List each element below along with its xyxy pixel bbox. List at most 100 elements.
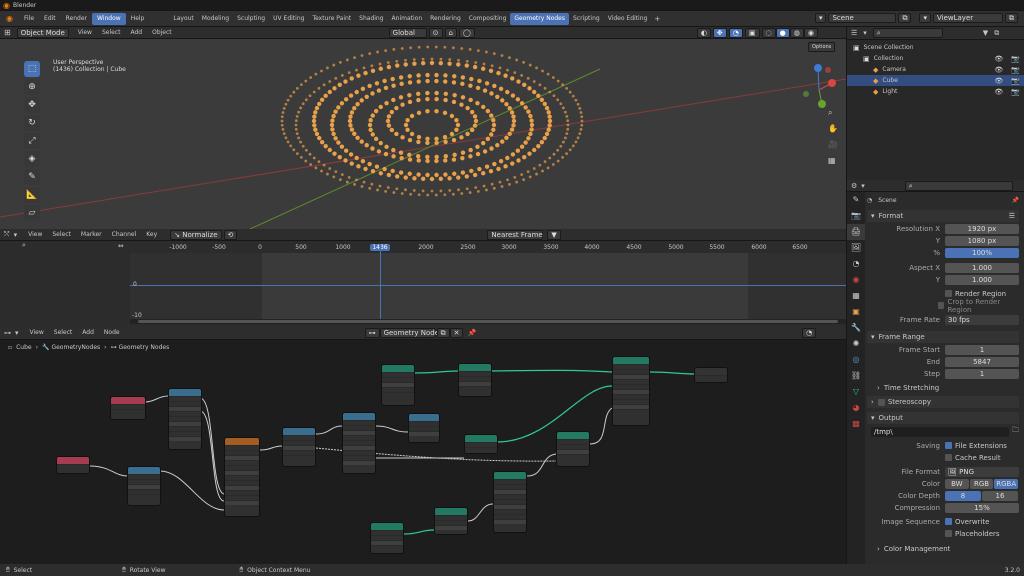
geometry-node[interactable] xyxy=(458,363,492,397)
depth-16[interactable]: 16 xyxy=(982,490,1018,501)
measure-tool-icon[interactable]: 📐 xyxy=(24,187,40,203)
graph-search-icon[interactable]: ⌕ xyxy=(22,241,26,250)
tl-menus-select[interactable]: Select xyxy=(47,231,76,238)
workspace-tab-scripting[interactable]: Scripting xyxy=(569,13,604,25)
scene-browse-button[interactable]: ▾ xyxy=(814,13,827,23)
node-socket-row[interactable] xyxy=(128,494,160,499)
graph-editor-type-icon[interactable]: ⤲ xyxy=(4,230,10,239)
geometry-node[interactable] xyxy=(612,356,650,426)
data-tab-icon[interactable]: ▽ xyxy=(847,384,865,400)
outliner-search-input[interactable]: ⌕ xyxy=(872,28,943,38)
node-header[interactable] xyxy=(613,357,649,364)
graph-area[interactable]: 0 -10 xyxy=(130,244,846,320)
output-path-field[interactable]: /tmp\ xyxy=(871,426,1009,437)
geometry-node[interactable] xyxy=(381,364,415,406)
node-header[interactable] xyxy=(382,365,414,372)
node-socket-row[interactable] xyxy=(409,431,439,436)
geometry-node[interactable] xyxy=(408,413,440,443)
workspace-tab-animation[interactable]: Animation xyxy=(388,13,427,25)
mode-dropdown[interactable]: Object Mode xyxy=(16,27,69,38)
vp-menus-object[interactable]: Object xyxy=(147,29,177,36)
render-camera-icon[interactable]: 📷 xyxy=(1011,66,1020,74)
physics-tab-icon[interactable]: ◎ xyxy=(847,352,865,368)
menu-edit[interactable]: Edit xyxy=(39,15,61,22)
format-panel-header[interactable]: ▾ Format ☰ xyxy=(867,210,1019,222)
zoom-icon[interactable]: ⌕ xyxy=(828,105,838,121)
view-layer-tab-icon[interactable]: 🖼 xyxy=(847,240,865,256)
scene-new-button[interactable]: ⧉ xyxy=(898,13,912,23)
graph-scrollbar[interactable] xyxy=(130,319,846,324)
proportional-edit-toggle[interactable]: ◯ xyxy=(458,27,475,38)
menu-render[interactable]: Render xyxy=(61,15,92,22)
resolution-percent-field[interactable]: 100% xyxy=(945,247,1019,258)
xray-toggle[interactable]: ▣ xyxy=(744,27,760,38)
outliner-filter-mode-icon[interactable]: ▾ xyxy=(863,29,867,37)
tl-menus-marker[interactable]: Marker xyxy=(76,231,107,238)
node-socket-row[interactable] xyxy=(169,436,201,441)
frame-end-field[interactable]: 5847 xyxy=(945,356,1019,367)
shading-rendered-button[interactable]: ◉ xyxy=(803,27,818,38)
geometry-node[interactable] xyxy=(127,466,161,506)
node-socket-row[interactable] xyxy=(111,409,145,414)
scene-name-field[interactable]: Scene xyxy=(828,13,897,23)
properties-editor[interactable]: ⚙ ▾ ⌕ ✎ 📷 🖨 🖼 ◔ ◉ ▦ ▣ 🔧 ✺ ◎ ⛓ ▽ ◕ ▩ ◔ Sce… xyxy=(846,180,1024,564)
frame-ruler[interactable]: -1000-5000500100014362000250030003500400… xyxy=(130,244,846,253)
outliner-row-light[interactable]: ◆ Light 👁 📷 xyxy=(847,86,1024,97)
overwrite-checkbox[interactable] xyxy=(945,518,952,525)
constraints-tab-icon[interactable]: ⛓ xyxy=(847,368,865,384)
time-stretching-subpanel[interactable]: › Time Stretching xyxy=(867,382,1019,393)
add-workspace-button[interactable]: + xyxy=(654,15,660,23)
stereoscopy-panel-header[interactable]: › Stereoscopy xyxy=(867,396,1019,408)
normalize-toggle[interactable]: ↘ Normalize xyxy=(170,229,222,240)
format-presets-icon[interactable]: ☰ xyxy=(1009,212,1015,220)
menu-window[interactable]: Window xyxy=(92,12,126,25)
node-header[interactable] xyxy=(283,428,315,435)
outliner-filter-icon[interactable]: ▼ xyxy=(983,29,988,37)
node-socket-row[interactable] xyxy=(382,392,414,397)
graph-editor[interactable]: ⤲ ▾ View Select Marker Channel Key ↘ Normali… xyxy=(0,229,846,326)
blender-menu-icon[interactable]: ◉ xyxy=(6,14,13,23)
node-socket-row[interactable] xyxy=(465,447,497,452)
graph-fold-icon[interactable]: ⇔ xyxy=(118,242,124,250)
overlays-toggle[interactable]: ◔ xyxy=(728,27,743,38)
snap-toggle[interactable]: ⌂ xyxy=(444,27,457,38)
workspace-tab-shading[interactable]: Shading xyxy=(355,13,387,25)
modifier-tab-icon[interactable]: 🔧 xyxy=(847,320,865,336)
frame-rate-dropdown[interactable]: 30 fps xyxy=(945,314,1019,325)
file-format-dropdown[interactable]: 🖼 PNG xyxy=(945,466,1019,477)
move-tool-icon[interactable]: ✥ xyxy=(24,97,40,113)
vp-menus-view[interactable]: View xyxy=(73,29,97,36)
frame-start-field[interactable]: 1 xyxy=(945,344,1019,355)
scale-tool-icon[interactable]: ⤢ xyxy=(24,133,40,149)
outliner-type-icon[interactable]: ☰ xyxy=(851,29,857,37)
aspect-y-field[interactable]: 1.000 xyxy=(945,274,1019,285)
gizmo-toggle[interactable]: ✥ xyxy=(712,27,727,38)
geometry-node[interactable] xyxy=(493,471,527,533)
node-header[interactable] xyxy=(128,467,160,474)
shading-material-button[interactable]: ◍ xyxy=(789,27,804,38)
collection-tab-icon[interactable]: ▦ xyxy=(847,288,865,304)
workspace-tab-video-editing[interactable]: Video Editing xyxy=(604,13,652,25)
object-tab-icon[interactable]: ▣ xyxy=(847,304,865,320)
material-tab-icon[interactable]: ◕ xyxy=(847,400,865,416)
workspace-tab-rendering[interactable]: Rendering xyxy=(426,13,465,25)
node-header[interactable] xyxy=(57,457,89,464)
visibility-eye-icon[interactable]: 👁 xyxy=(994,88,1003,96)
cache-result-checkbox[interactable] xyxy=(945,454,952,461)
editor-type-icon[interactable]: ⊞ xyxy=(4,28,11,37)
node-header[interactable] xyxy=(371,523,403,530)
geometry-node[interactable] xyxy=(282,427,316,467)
viewport-visibility-button[interactable]: ◐ xyxy=(696,27,711,38)
shading-wireframe-button[interactable]: ◌ xyxy=(761,27,776,38)
properties-dropdown-icon[interactable]: ▾ xyxy=(861,182,865,190)
tl-menus-channel[interactable]: Channel xyxy=(107,231,142,238)
folder-icon[interactable]: 🗀 xyxy=(1012,426,1019,437)
geometry-node[interactable] xyxy=(370,522,404,554)
geometry-node[interactable] xyxy=(168,388,202,450)
node-editor[interactable]: ⊶ ▾ View Select Add Node ⊶ Geometry Nodes ⧉… xyxy=(0,326,846,564)
geometry-node[interactable] xyxy=(342,412,376,474)
shading-solid-button[interactable]: ● xyxy=(775,27,790,38)
frame-range-panel-header[interactable]: ▾ Frame Range xyxy=(867,331,1019,343)
geometry-node[interactable] xyxy=(556,431,590,467)
workspace-tab-sculpting[interactable]: Sculpting xyxy=(233,13,269,25)
